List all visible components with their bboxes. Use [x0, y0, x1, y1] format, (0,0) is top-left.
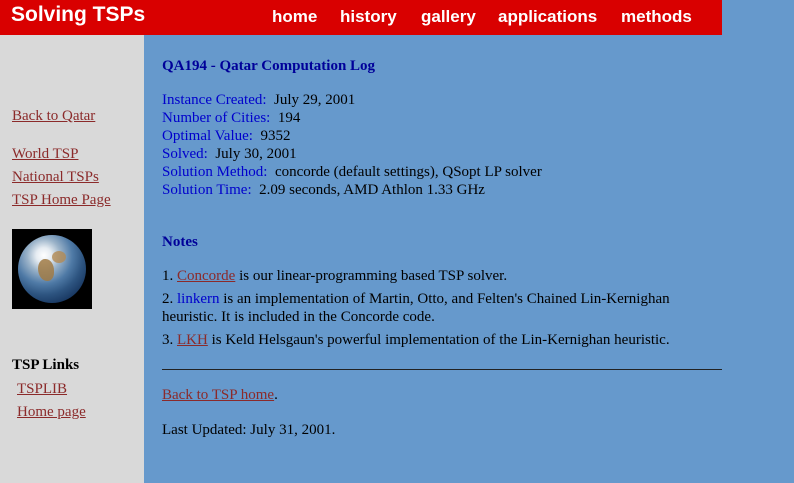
note-item: 3. LKH is Keld Helsgaun's powerful imple… — [162, 332, 670, 348]
nav-methods[interactable]: methods — [621, 7, 692, 27]
tsp-home-page-link[interactable]: TSP Home Page — [12, 192, 111, 209]
back-home-line: Back to TSP home. — [162, 387, 278, 403]
note-item-continued: heuristic. It is included in the Concord… — [162, 309, 435, 325]
info-row: Number of Cities: 194 — [162, 110, 301, 126]
nav-gallery[interactable]: gallery — [421, 7, 476, 27]
info-row: Solved: July 30, 2001 — [162, 146, 297, 162]
lkh-link[interactable]: LKH — [177, 332, 208, 348]
national-tsps-link[interactable]: National TSPs — [12, 169, 99, 186]
note-item: 1. Concorde is our linear-programming ba… — [162, 268, 508, 284]
info-row: Solution Method: concorde (default setti… — [162, 164, 542, 180]
nav-home[interactable]: home — [272, 7, 317, 27]
site-title[interactable]: Solving TSPs — [11, 3, 145, 27]
home-page-link[interactable]: Home page — [17, 404, 86, 421]
back-to-qatar-link[interactable]: Back to Qatar — [12, 108, 95, 125]
info-row: Optimal Value: 9352 — [162, 128, 291, 144]
notes-heading: Notes — [162, 234, 198, 250]
nav-applications[interactable]: applications — [498, 7, 597, 27]
back-to-tsp-home-link[interactable]: Back to TSP home — [162, 387, 274, 403]
last-updated: Last Updated: July 31, 2001. — [162, 422, 336, 438]
tsp-links-heading: TSP Links — [12, 357, 80, 373]
divider — [162, 369, 722, 370]
info-row: Instance Created: July 29, 2001 — [162, 92, 356, 108]
earth-image — [12, 229, 92, 309]
world-tsp-link[interactable]: World TSP — [12, 146, 78, 163]
page-title: QA194 - Qatar Computation Log — [162, 58, 376, 74]
concorde-link[interactable]: Concorde — [177, 268, 235, 284]
info-row: Solution Time: 2.09 seconds, AMD Athlon … — [162, 182, 485, 198]
linkern-link[interactable]: linkern — [177, 291, 220, 307]
note-item: 2. linkern is an implementation of Marti… — [162, 291, 670, 307]
tsplib-link[interactable]: TSPLIB — [17, 381, 67, 398]
nav-history[interactable]: history — [340, 7, 397, 27]
header-bar: Solving TSPs home history gallery applic… — [0, 0, 722, 35]
